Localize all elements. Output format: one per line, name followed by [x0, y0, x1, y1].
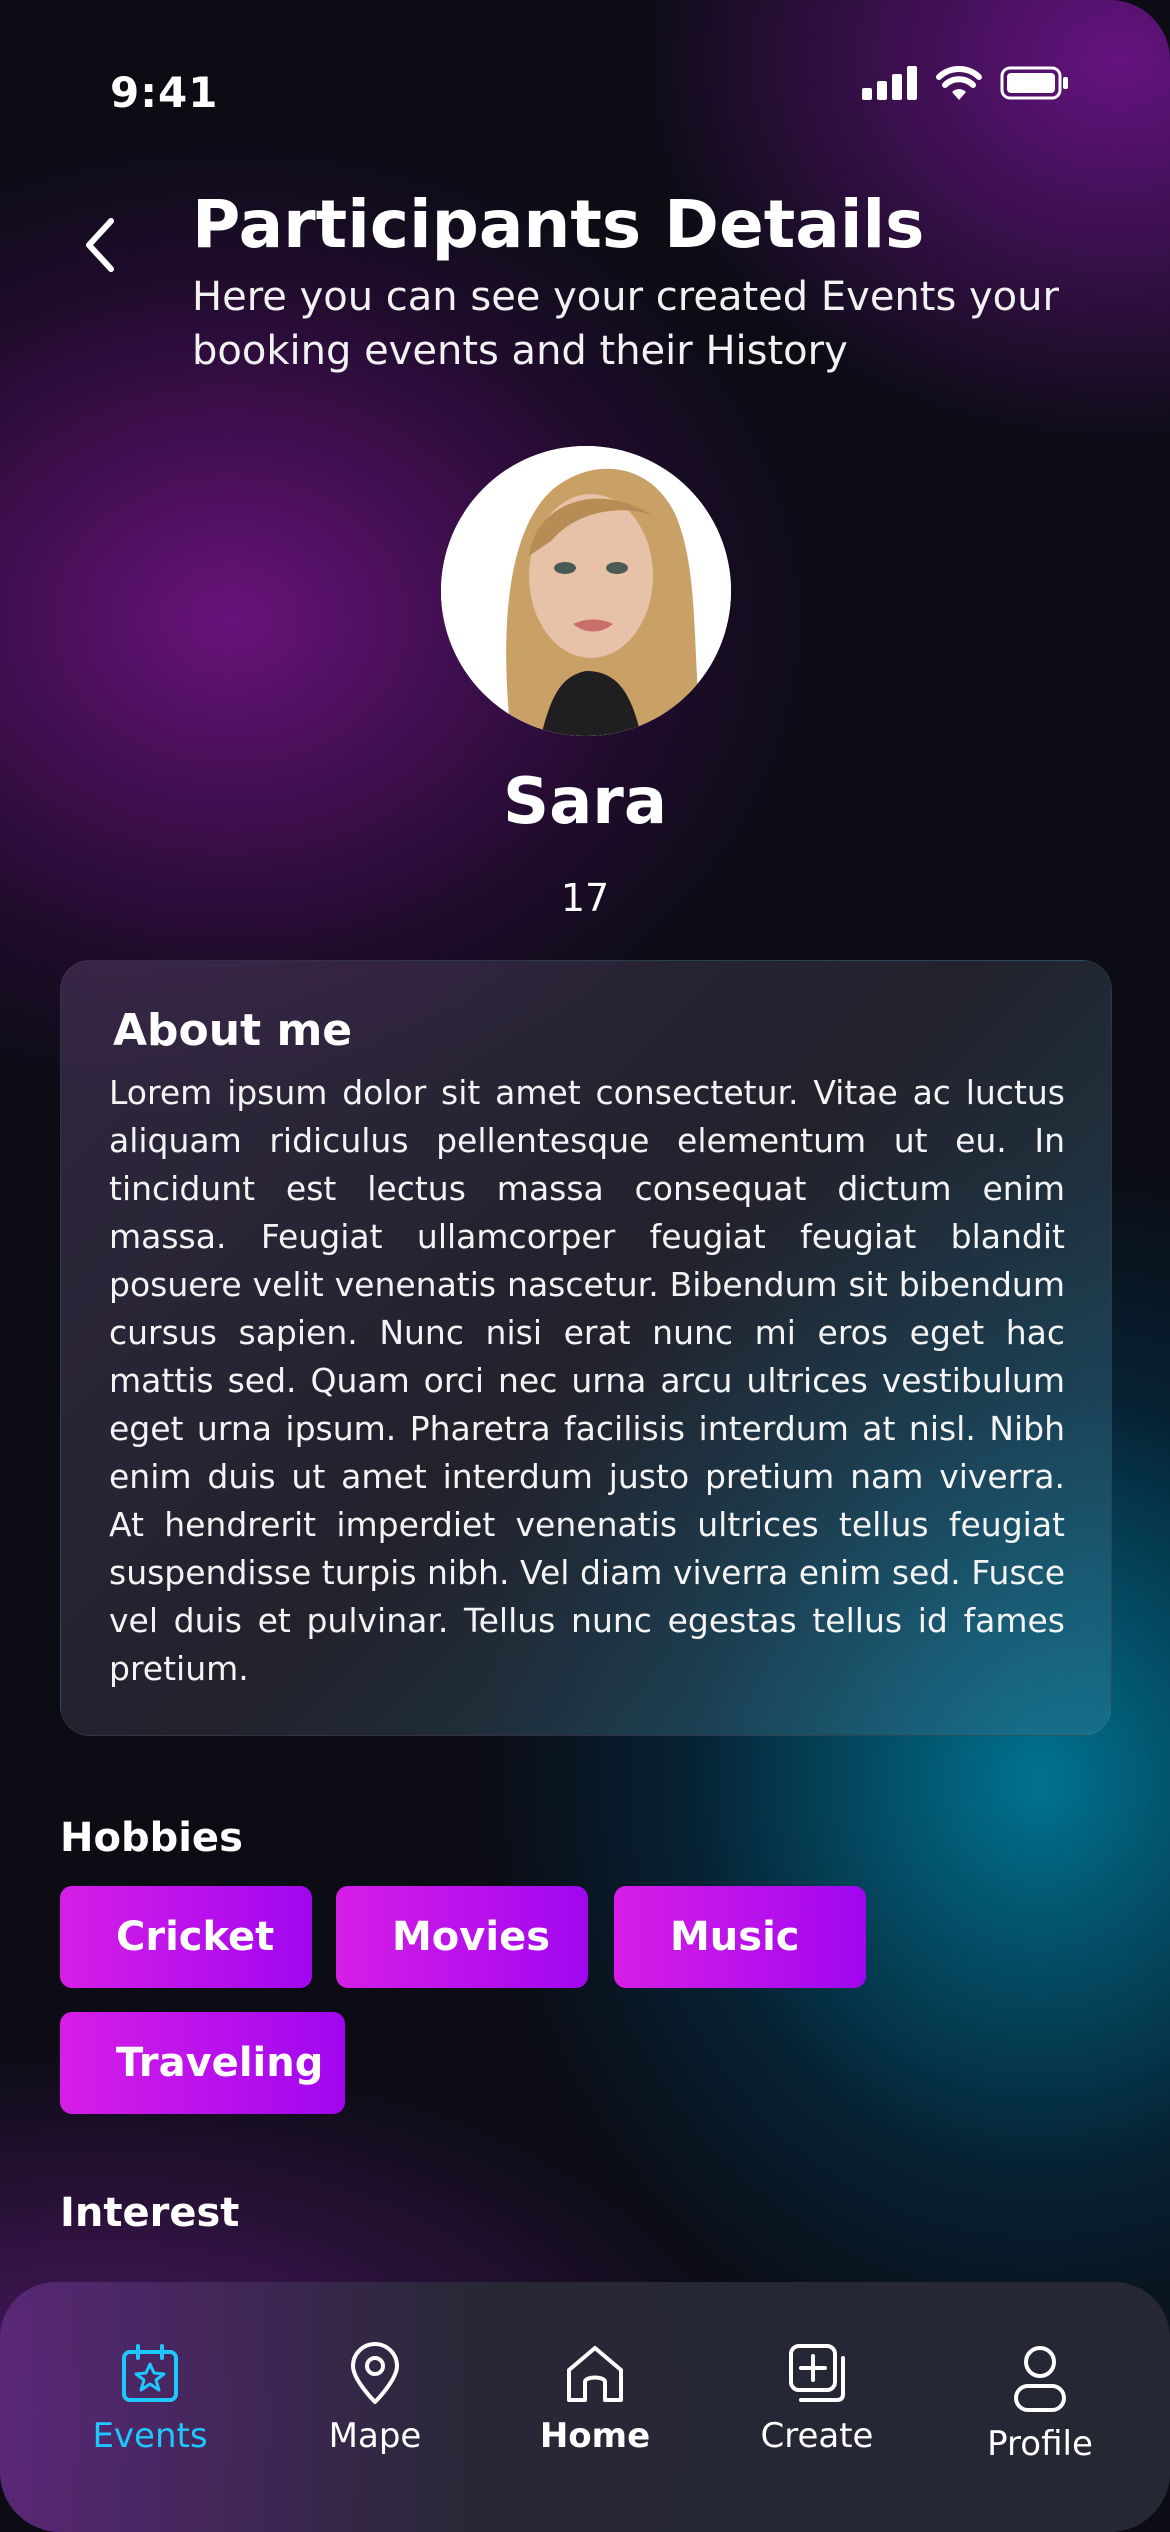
hobby-chip-traveling[interactable]: Traveling [60, 2012, 345, 2114]
chevron-left-icon [86, 218, 114, 272]
nav-label-events: Events [92, 2416, 208, 2456]
page-title: Participants Details [192, 186, 925, 263]
nav-label-profile: Profile [987, 2424, 1093, 2464]
avatar-portrait [441, 446, 731, 736]
signal-icon [862, 66, 917, 100]
battery-icon [1000, 66, 1068, 100]
add-square-icon [789, 2344, 845, 2402]
home-icon [567, 2346, 623, 2402]
wifi-icon [936, 66, 982, 100]
hobby-chip-movies[interactable]: Movies [336, 1886, 588, 1988]
page-subtitle: Here you can see your created Events you… [192, 274, 1059, 374]
about-title: About me [113, 1005, 353, 1056]
status-icons [862, 66, 1070, 100]
bottom-nav: Events Mape Home Create Profile [0, 2282, 1170, 2532]
participant-name: Sara [502, 765, 668, 839]
avatar [441, 446, 731, 736]
nav-label-mape: Mape [328, 2416, 422, 2456]
nav-item-events[interactable]: Events [60, 2342, 240, 2456]
interest-label: Interest [60, 2190, 240, 2236]
nav-label-create: Create [760, 2416, 874, 2456]
nav-item-create[interactable]: Create [727, 2342, 907, 2456]
status-time: 9:41 [110, 68, 219, 117]
about-card: About me Lorem ipsum dolor sit amet cons… [60, 960, 1112, 1736]
location-pin-icon [351, 2342, 399, 2404]
nav-item-profile[interactable]: Profile [950, 2342, 1130, 2464]
calendar-star-icon [122, 2344, 178, 2402]
user-icon [1014, 2346, 1066, 2412]
about-text: Lorem ipsum dolor sit amet consectetur. … [109, 1073, 1065, 1688]
nav-label-home: Home [539, 2416, 651, 2456]
nav-item-mape[interactable]: Mape [285, 2342, 465, 2456]
hobby-chip-cricket[interactable]: Cricket [60, 1886, 312, 1988]
hobby-chip-music[interactable]: Music [614, 1886, 866, 1988]
participant-age: 17 [560, 876, 610, 920]
hobbies-label: Hobbies [60, 1815, 243, 1861]
nav-item-home[interactable]: Home [505, 2342, 685, 2456]
back-button[interactable] [70, 210, 130, 280]
participants-details-screen: 9:41 Participants Details Here you can s… [0, 0, 1170, 2532]
